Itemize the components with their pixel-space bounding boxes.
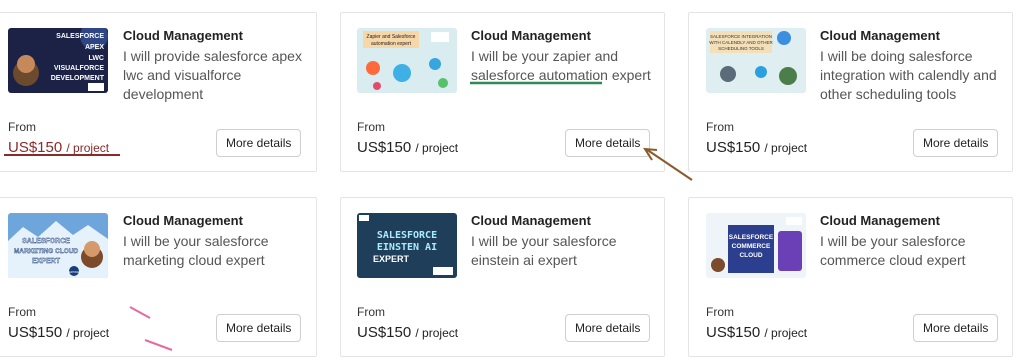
from-label: From	[357, 120, 385, 134]
category-label: Cloud Management	[820, 213, 940, 228]
service-thumbnail[interactable]: Zapier and Salesforce automation expert	[357, 28, 457, 93]
thumb-line: SALESFORCE	[729, 234, 774, 241]
thumb-line: VISUALFORCE	[54, 65, 105, 72]
price-amount: US$150	[357, 139, 412, 156]
price-unit: / project	[66, 141, 110, 155]
service-description[interactable]: I will be your salesforce commerce cloud…	[820, 232, 1010, 270]
category-label: Cloud Management	[471, 213, 591, 228]
more-details-button[interactable]: More details	[216, 129, 302, 157]
service-card[interactable]: SALESFORCE INTEGRATION WITH CALENDLY AND…	[688, 12, 1013, 172]
thumb-line: COMMERCE	[732, 243, 771, 250]
thumb-line: DEVELOPMENT	[51, 75, 105, 82]
category-label: Cloud Management	[471, 28, 591, 43]
service-description[interactable]: I will be doing salesforce integration w…	[820, 47, 1010, 104]
thumb-line: SCHEDULING TOOLS	[718, 46, 764, 51]
category-label: Cloud Management	[123, 213, 243, 228]
thumb-line: EXPERT	[373, 254, 410, 264]
price-amount: US$150	[706, 324, 761, 341]
from-label: From	[8, 305, 36, 319]
price: US$150 / project	[706, 139, 807, 156]
thumb-line: APEX	[85, 44, 104, 51]
price-amount: US$150	[706, 139, 761, 156]
service-card[interactable]: Zapier and Salesforce automation expert …	[340, 12, 665, 172]
thumb-line: CLOUD	[739, 252, 762, 259]
price-amount: US$150	[8, 139, 63, 156]
thumb-line: automation expert	[371, 41, 412, 47]
thumb-line: MARKETING CLOUD	[14, 248, 79, 255]
thumbnail-image: SALESFORCE INTEGRATION WITH CALENDLY AND…	[706, 28, 806, 93]
category-label: Cloud Management	[123, 28, 243, 43]
thumb-line: SALESFORCE	[377, 230, 437, 241]
price: US$150 / project	[706, 324, 807, 341]
thumb-line: CERTIFIED	[67, 271, 80, 274]
more-details-button[interactable]: More details	[565, 129, 651, 157]
price: US$150 / project	[8, 324, 109, 341]
price-amount: US$150	[357, 324, 412, 341]
thumbnail-image: SALESFORCE MARKETING CLOUD EXPERT CERTIF…	[8, 213, 108, 278]
service-card[interactable]: SALESFORCE EINSTEN AI EXPERT Cloud Manag…	[340, 197, 665, 357]
thumb-line: SALESFORCE INTEGRATION	[710, 34, 772, 39]
service-description[interactable]: I will be your salesforce marketing clou…	[123, 232, 313, 270]
price: US$150 / project	[8, 139, 109, 156]
thumb-line: SALESFORCE	[56, 33, 104, 40]
thumb-line: LWC	[88, 55, 104, 62]
from-label: From	[357, 305, 385, 319]
more-details-button[interactable]: More details	[565, 314, 651, 342]
service-thumbnail[interactable]: SALESFORCE EINSTEN AI EXPERT	[357, 213, 457, 278]
service-thumbnail[interactable]: SALESFORCE COMMERCE CLOUD	[706, 213, 806, 278]
service-thumbnail[interactable]: SALESFORCE MARKETING CLOUD EXPERT CERTIF…	[8, 213, 108, 278]
service-description[interactable]: I will be your salesforce einstein ai ex…	[471, 232, 661, 270]
thumbnail-image: SALESFORCE APEX LWC VISUALFORCE DEVELOPM…	[8, 28, 108, 93]
thumbnail-image: Zapier and Salesforce automation expert	[357, 28, 457, 93]
service-card[interactable]: SALESFORCE MARKETING CLOUD EXPERT CERTIF…	[0, 197, 317, 357]
thumb-line: Zapier and Salesforce	[367, 34, 416, 40]
price: US$150 / project	[357, 139, 458, 156]
thumb-line: EXPERT	[32, 258, 61, 265]
price-unit: / project	[415, 326, 459, 340]
category-label: Cloud Management	[820, 28, 940, 43]
thumb-line: SALESFORCE	[22, 238, 70, 245]
price-unit: / project	[66, 326, 110, 340]
more-details-button[interactable]: More details	[216, 314, 302, 342]
service-card[interactable]: SALESFORCE APEX LWC VISUALFORCE DEVELOPM…	[0, 12, 317, 172]
thumbnail-image: SALESFORCE COMMERCE CLOUD	[706, 213, 806, 278]
service-description[interactable]: I will provide salesforce apex lwc and v…	[123, 47, 313, 104]
from-label: From	[706, 120, 734, 134]
from-label: From	[706, 305, 734, 319]
service-description[interactable]: I will be your zapier and salesforce aut…	[471, 47, 661, 85]
thumb-line: WITH CALENDLY AND OTHER	[709, 40, 773, 45]
price-unit: / project	[764, 141, 808, 155]
more-details-button[interactable]: More details	[913, 129, 999, 157]
price-unit: / project	[764, 326, 808, 340]
service-card[interactable]: SALESFORCE COMMERCE CLOUD Cloud Manageme…	[688, 197, 1013, 357]
thumb-line: EINSTEN AI	[377, 242, 437, 253]
more-details-button[interactable]: More details	[913, 314, 999, 342]
price: US$150 / project	[357, 324, 458, 341]
service-thumbnail[interactable]: SALESFORCE INTEGRATION WITH CALENDLY AND…	[706, 28, 806, 93]
service-thumbnail[interactable]: SALESFORCE APEX LWC VISUALFORCE DEVELOPM…	[8, 28, 108, 93]
thumbnail-image: SALESFORCE EINSTEN AI EXPERT	[357, 213, 457, 278]
price-unit: / project	[415, 141, 459, 155]
price-amount: US$150	[8, 324, 63, 341]
from-label: From	[8, 120, 36, 134]
